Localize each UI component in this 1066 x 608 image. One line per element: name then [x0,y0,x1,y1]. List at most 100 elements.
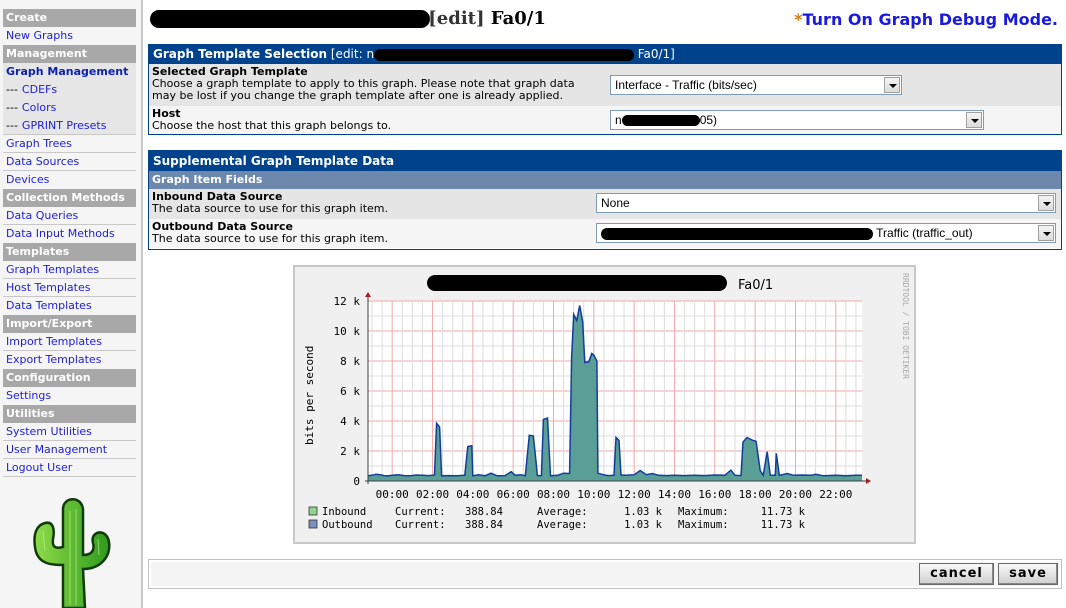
sidebar-item-label[interactable]: Graph Trees [6,137,72,150]
nav-menu: Create New Graphs Management Graph Manageme… [3,9,136,477]
x-tick-label: 22:00 [819,488,852,501]
sidebar-item-data-templates[interactable]: Data Templates [3,297,136,315]
nav-section-header: Configuration [3,369,136,387]
sidebar-item-label[interactable]: Data Sources [6,155,79,168]
legend-average-value: 1.03 k [624,519,663,531]
sidebar-item-devices[interactable]: Devices [3,171,136,189]
sidebar-item-graph-management[interactable]: Graph Management [3,63,136,81]
sidebar-item-label[interactable]: Graph Management [6,65,128,78]
legend-maximum-value: 11.73 k [761,506,806,518]
sidebar-item-cdefs[interactable]: --- CDEFs [3,81,136,99]
sidebar-item-label[interactable]: Colors [22,101,56,114]
host-select[interactable]: n 05) [610,110,984,130]
y-ticks: 0 2 k 4 k 6 k 8 k 10 k 12 k [334,295,361,488]
y-axis-arrow-icon [365,292,371,297]
sidebar-item-label[interactable]: Graph Templates [6,263,99,276]
panel-title: Graph Template Selection [edit: n Fa0/1] [149,45,1061,64]
sidebar-item-graph-trees[interactable]: Graph Trees [3,135,136,153]
traffic-graph[interactable]: Fa0/1 RRDTOOL / TOBI OETIKER bits per se… [293,265,916,544]
sidebar-item-new-graphs[interactable]: New Graphs [3,27,136,45]
sidebar-item-colors[interactable]: --- Colors [3,99,136,117]
sidebar-item-label[interactable]: Logout User [6,461,72,474]
legend-current-value: 388.84 [465,519,503,531]
sidebar-item-graph-templates[interactable]: Graph Templates [3,261,136,279]
redacted-text [621,115,700,127]
legend-average-value: 1.03 k [624,506,663,518]
graph-item-fields-header: Graph Item Fields [149,171,1061,189]
legend-swatch-inbound [308,506,318,516]
title-interface: Fa0/1 [490,8,546,29]
y-tick-label: 8 k [340,355,360,368]
outbound-source-select[interactable]: Traffic (traffic_out) [596,223,1056,243]
sidebar-item-export-templates[interactable]: Export Templates [3,351,136,369]
y-tick-label: 2 k [340,445,360,458]
x-tick-label: 00:00 [376,488,409,501]
sidebar-item-data-queries[interactable]: Data Queries [3,207,136,225]
cancel-button[interactable]: cancel [919,563,994,585]
panel-title-text: Graph Template Selection [153,47,328,61]
sidebar-item-import-templates[interactable]: Import Templates [3,333,136,351]
sidebar-item-label[interactable]: Devices [6,173,49,186]
field-outbound-source: Outbound Data Source The data source to … [149,219,1061,248]
redacted-title [427,275,727,291]
panel-title-text: Supplemental Graph Template Data [153,154,395,168]
debug-link-label[interactable]: Turn On Graph Debug Mode. [803,10,1059,29]
x-tick-label: 02:00 [416,488,449,501]
select-value-suffix: 05) [699,113,718,127]
select-value: n [615,113,622,127]
x-tick-label: 06:00 [497,488,530,501]
legend-average-label: Average: [537,506,588,518]
graph-title: Fa0/1 [738,278,773,293]
sidebar-item-settings[interactable]: Settings [3,387,136,405]
inbound-source-select[interactable]: None [596,193,1056,213]
x-tick-label: 10:00 [577,488,610,501]
legend-maximum-label: Maximum: [678,519,729,531]
chevron-down-icon[interactable] [884,77,900,93]
title-edit-tag: [edit] [428,8,485,29]
legend: Inbound Current: 388.84 Average: 1.03 k Maxim… [308,506,806,531]
sidebar-item-label[interactable]: User Management [6,443,107,456]
indent-marker: --- [6,83,18,96]
y-axis-label: bits per second [303,346,316,445]
sidebar-item-label[interactable]: Data Templates [6,299,92,312]
sidebar-item-host-templates[interactable]: Host Templates [3,279,136,297]
sidebar-item-label[interactable]: New Graphs [6,29,73,42]
sidebar-item-gprint-presets[interactable]: --- GPRINT Presets [3,117,136,135]
sidebar-item-label[interactable]: Data Input Methods [6,227,115,240]
panel-title: Supplemental Graph Template Data [149,151,1061,171]
sidebar-item-logout-user[interactable]: Logout User [3,459,136,477]
legend-maximum-label: Maximum: [678,506,729,518]
sidebar-item-data-input-methods[interactable]: Data Input Methods [3,225,136,243]
chevron-down-icon[interactable] [966,112,982,128]
indent-marker: --- [6,119,18,132]
save-button[interactable]: save [998,563,1058,585]
x-axis-arrow-icon [866,478,871,484]
nav-section-header: Utilities [3,405,136,423]
y-tick-label: 10 k [334,325,361,338]
sidebar-item-data-sources[interactable]: Data Sources [3,153,136,171]
sidebar-item-label[interactable]: Import Templates [6,335,102,348]
x-tick-label: 08:00 [537,488,570,501]
sidebar-item-user-management[interactable]: User Management [3,441,136,459]
sidebar-item-label[interactable]: Export Templates [6,353,101,366]
supplemental-panel: Supplemental Graph Template Data Graph I… [148,150,1062,250]
chevron-down-icon[interactable] [1038,225,1054,241]
sidebar: Create New Graphs Management Graph Manageme… [0,0,143,608]
graph-template-select[interactable]: Interface - Traffic (bits/sec) [610,75,902,95]
sidebar-item-label[interactable]: GPRINT Presets [22,119,107,132]
sidebar-item-label[interactable]: Settings [6,389,51,402]
sidebar-item-label[interactable]: CDEFs [22,83,57,96]
cactus-logo-icon [33,498,111,608]
legend-swatch-outbound [308,519,318,529]
sidebar-item-label[interactable]: Data Queries [6,209,78,222]
legend-current-value: 388.84 [465,506,503,518]
sidebar-item-system-utilities[interactable]: System Utilities [3,423,136,441]
sidebar-item-label[interactable]: Host Templates [6,281,90,294]
chevron-down-icon[interactable] [1038,195,1054,211]
y-tick-label: 6 k [340,385,360,398]
sidebar-item-label[interactable]: System Utilities [6,425,92,438]
x-tick-label: 04:00 [456,488,489,501]
legend-current-label: Current: [395,519,446,531]
nav-section-header: Import/Export [3,315,136,333]
graph-debug-link[interactable]: *Turn On Graph Debug Mode. [794,10,1058,29]
